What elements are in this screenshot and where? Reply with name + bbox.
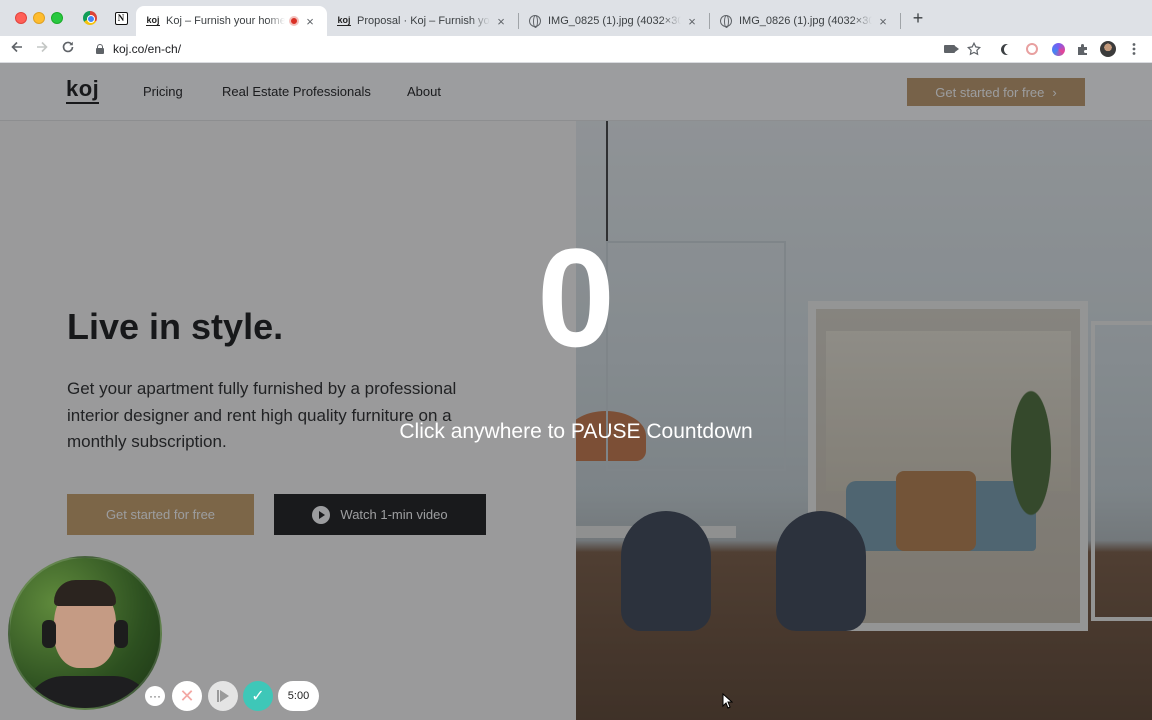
browser-menu-icon[interactable]: [1126, 41, 1142, 57]
profile-avatar-icon[interactable]: [1100, 41, 1116, 57]
webcam-bubble[interactable]: [8, 556, 162, 710]
recorder-cancel-button[interactable]: ✕: [172, 681, 202, 711]
tab-title: IMG_0826 (1).jpg (4032×3024: [739, 15, 872, 27]
notion-icon: N: [114, 11, 128, 25]
extension-icon[interactable]: [1024, 41, 1040, 57]
tab-img-0826[interactable]: IMG_0826 (1).jpg (4032×3024 ×: [709, 6, 900, 36]
more-icon: ···: [149, 689, 161, 703]
countdown-overlay[interactable]: [0, 63, 1152, 720]
window-zoom-button[interactable]: [51, 12, 63, 24]
koj-favicon-icon: koj: [337, 15, 351, 26]
arrow-right-icon: [37, 41, 48, 53]
reload-icon: [62, 41, 74, 53]
recorder-more-button[interactable]: ···: [145, 686, 165, 706]
extension-icon[interactable]: [1050, 41, 1066, 57]
browser-toolbar: koj.co/en-ch/: [0, 36, 1152, 63]
browser-tab-bar: N koj Koj – Furnish your home in × koj P…: [0, 0, 1152, 36]
new-tab-button[interactable]: +: [910, 9, 926, 27]
globe-icon: [719, 14, 733, 28]
recording-indicator-icon: [289, 16, 299, 26]
tab-close-icon[interactable]: ×: [494, 14, 508, 29]
forward-button[interactable]: [33, 40, 51, 58]
tab-title: Proposal · Koj – Furnish your ho: [357, 15, 490, 27]
mouse-cursor-icon: [722, 692, 734, 714]
back-button[interactable]: [8, 40, 26, 58]
recorder-finish-button[interactable]: ✓: [243, 681, 273, 711]
lock-icon[interactable]: [96, 44, 104, 54]
puzzle-extensions-icon[interactable]: [1075, 41, 1091, 57]
recorder-restart-button[interactable]: [208, 681, 238, 711]
tab-title: IMG_0825 (1).jpg (4032×3024: [548, 15, 681, 27]
tab-close-icon[interactable]: ×: [685, 14, 699, 29]
chrome-icon: [83, 11, 97, 25]
arrow-left-icon: [11, 41, 22, 53]
koj-favicon-icon: koj: [146, 15, 160, 26]
page-content: koj Pricing Real Estate Professionals Ab…: [0, 63, 1152, 720]
restart-icon: [217, 690, 229, 702]
tab-koj-home[interactable]: koj Koj – Furnish your home in ×: [136, 6, 327, 36]
window-minimize-button[interactable]: [33, 12, 45, 24]
countdown-number: 0: [537, 219, 615, 376]
pinned-tab-notion[interactable]: N: [113, 10, 129, 26]
window-close-button[interactable]: [15, 12, 27, 24]
pinned-tab-chrome[interactable]: [82, 10, 98, 26]
camera-in-use-icon[interactable]: [941, 41, 959, 57]
countdown-pause-hint: Click anywhere to PAUSE Countdown: [399, 420, 753, 443]
dark-mode-extension-icon[interactable]: [998, 41, 1014, 57]
tab-title: Koj – Furnish your home in: [166, 15, 285, 27]
globe-icon: [528, 14, 542, 28]
tab-close-icon[interactable]: ×: [303, 14, 317, 29]
bookmark-star-icon[interactable]: [966, 41, 982, 57]
check-icon: ✓: [251, 688, 265, 705]
close-icon: ✕: [179, 685, 195, 706]
address-bar-url[interactable]: koj.co/en-ch/: [113, 42, 181, 56]
recorder-timer: 5:00: [278, 681, 319, 711]
tab-close-icon[interactable]: ×: [876, 14, 890, 29]
reload-button[interactable]: [59, 40, 77, 58]
tab-img-0825[interactable]: IMG_0825 (1).jpg (4032×3024 ×: [518, 6, 709, 36]
tab-separator: [900, 13, 901, 29]
tab-proposal[interactable]: koj Proposal · Koj – Furnish your ho ×: [327, 6, 518, 36]
